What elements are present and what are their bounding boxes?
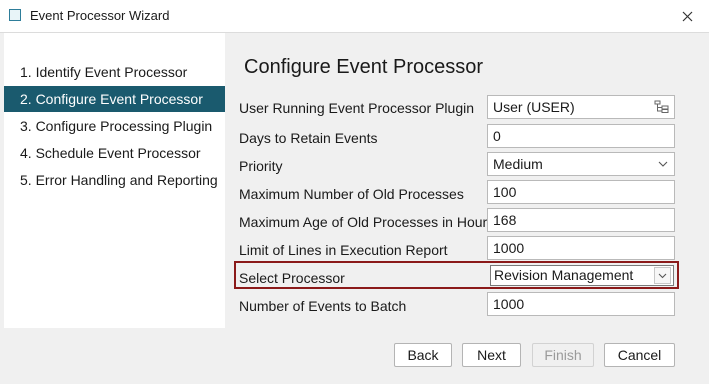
step-configure-processing-plugin[interactable]: 3. Configure Processing Plugin — [4, 113, 225, 139]
user-running-value: User (USER) — [493, 99, 575, 115]
window-title: Event Processor Wizard — [30, 8, 170, 23]
priority-label: Priority — [239, 158, 283, 174]
days-to-retain-input[interactable]: 0 — [487, 124, 675, 148]
select-processor-dropdown-button[interactable] — [654, 267, 671, 284]
cancel-button[interactable]: Cancel — [604, 343, 675, 367]
max-age-hours-label: Maximum Age of Old Processes in Hours — [239, 214, 495, 230]
events-to-batch-label: Number of Events to Batch — [239, 298, 407, 314]
next-button[interactable]: Next — [462, 343, 521, 367]
events-to-batch-input[interactable]: 1000 — [487, 292, 675, 316]
close-button[interactable] — [665, 0, 709, 32]
step-schedule-event-processor[interactable]: 4. Schedule Event Processor — [4, 140, 225, 166]
select-processor-label: Select Processor — [239, 270, 345, 286]
priority-select[interactable]: Medium — [487, 152, 675, 176]
chevron-down-icon — [658, 273, 667, 279]
max-old-processes-label: Maximum Number of Old Processes — [239, 186, 464, 202]
max-age-hours-input[interactable]: 168 — [487, 208, 675, 232]
user-running-field[interactable]: User (USER) — [487, 95, 675, 119]
title-bar: Event Processor Wizard — [0, 0, 709, 33]
step-error-handling-reporting[interactable]: 5. Error Handling and Reporting — [4, 167, 225, 193]
user-running-label: User Running Event Processor Plugin — [239, 100, 475, 116]
close-icon — [682, 11, 692, 21]
wizard-steps-sidebar: 1. Identify Event Processor 2. Configure… — [4, 33, 225, 328]
wizard-window: Event Processor Wizard 1. Identify Event… — [0, 0, 709, 384]
step-identify-event-processor[interactable]: 1. Identify Event Processor — [4, 59, 225, 85]
back-button[interactable]: Back — [394, 343, 452, 367]
step-configure-event-processor[interactable]: 2. Configure Event Processor — [4, 86, 225, 112]
limit-lines-label: Limit of Lines in Execution Report — [239, 242, 448, 258]
limit-lines-input[interactable]: 1000 — [487, 236, 675, 260]
finish-button[interactable]: Finish — [532, 343, 594, 367]
select-processor-value: Revision Management — [494, 267, 634, 283]
chevron-down-icon — [658, 161, 668, 167]
app-window-icon — [9, 9, 21, 21]
max-old-processes-input[interactable]: 100 — [487, 180, 675, 204]
user-picker-button[interactable] — [651, 97, 673, 117]
page-title: Configure Event Processor — [244, 56, 484, 78]
tree-picker-icon — [654, 100, 669, 113]
priority-value: Medium — [493, 156, 543, 172]
select-processor-dropdown[interactable]: Revision Management — [490, 265, 674, 286]
days-to-retain-label: Days to Retain Events — [239, 130, 378, 146]
